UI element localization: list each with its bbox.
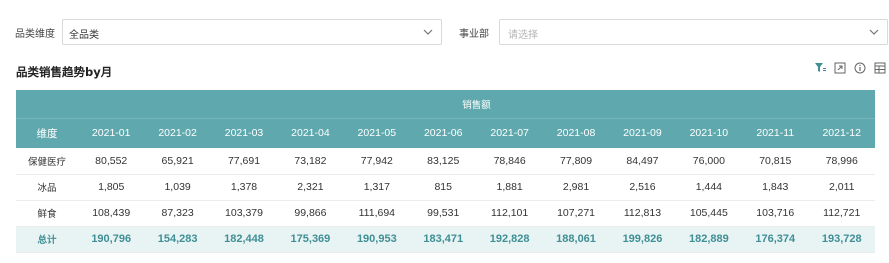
month-column-header[interactable]: 2021-08 [542,117,610,148]
month-column-header[interactable]: 2021-09 [609,117,676,148]
value-cell: 112,101 [476,200,543,227]
month-column-header[interactable]: 2021-11 [742,117,809,148]
dimension-column-header[interactable]: 维度 [16,117,78,148]
table-view-icon[interactable] [873,61,887,75]
table-row: 鲜食 108,439 87,323 103,379 99,866 111,694 99,53… [16,200,875,227]
value-cell: 176,374 [742,226,809,253]
value-cell: 1,039 [144,174,211,201]
value-cell: 2,011 [808,174,875,201]
total-row: 总计 190,796 154,283 182,448 175,369 190,953 183… [16,226,875,253]
value-cell: 84,497 [609,148,676,175]
value-cell: 1,444 [675,174,743,201]
month-column-header[interactable]: 2021-03 [210,117,278,148]
department-select[interactable]: 请选择 [499,19,888,45]
value-cell: 65,921 [144,148,211,175]
chevron-down-icon [423,25,433,39]
month-column-header[interactable]: 2021-10 [675,117,743,148]
value-cell: 183,471 [410,226,477,253]
value-cell: 83,125 [410,148,477,175]
month-column-header[interactable]: 2021-05 [343,117,411,148]
chart-toolbar [813,61,887,75]
value-cell: 87,323 [144,200,211,227]
filter-bar: 品类维度 全品类 事业部 请选择 [0,19,889,45]
value-cell: 70,815 [742,148,809,175]
value-cell: 112,721 [808,200,875,227]
value-cell: 80,552 [78,148,145,175]
value-cell: 103,716 [742,200,809,227]
value-cell: 182,889 [675,226,743,253]
value-cell: 1,317 [343,174,411,201]
value-cell: 1,805 [78,174,145,201]
department-placeholder: 请选择 [508,30,538,41]
value-cell: 2,981 [542,174,610,201]
row-label: 鲜食 [16,200,78,227]
value-cell: 77,691 [210,148,278,175]
table-row: 保健医疗 80,552 65,921 77,691 73,182 77,942 83,125… [16,148,875,175]
value-cell: 190,796 [78,226,145,253]
value-cell: 192,828 [476,226,543,253]
value-cell: 199,826 [609,226,676,253]
sales-table: 销售额 维度 2021-01 2021-02 2021-03 2021-04 2021-… [16,90,875,253]
value-cell: 193,728 [808,226,875,253]
value-cell: 188,061 [542,226,610,253]
value-cell: 77,942 [343,148,411,175]
value-cell: 78,996 [808,148,875,175]
month-column-header[interactable]: 2021-02 [144,117,211,148]
value-cell: 108,439 [78,200,145,227]
value-cell: 1,843 [742,174,809,201]
value-cell: 99,866 [277,200,344,227]
info-icon[interactable] [853,61,867,75]
expand-icon[interactable] [833,61,847,75]
department-label: 事业部 [459,29,489,40]
sales-amount-group-header: 销售额 [78,90,875,118]
row-label: 总计 [16,226,78,253]
value-cell: 190,953 [343,226,411,253]
value-cell: 2,516 [609,174,676,201]
value-cell: 99,531 [410,200,477,227]
value-cell: 154,283 [144,226,211,253]
value-cell: 111,694 [343,200,411,227]
category-dimension-value: 全品类 [69,30,99,41]
filter-icon[interactable] [813,61,827,75]
row-label: 冰品 [16,174,78,201]
value-cell: 182,448 [210,226,278,253]
table-row: 冰品 1,805 1,039 1,378 2,321 1,317 815 1,881 2,981… [16,174,875,201]
value-cell: 105,445 [675,200,743,227]
header-blank-cell [16,90,78,118]
value-cell: 73,182 [277,148,344,175]
row-label: 保健医疗 [16,148,78,175]
value-cell: 76,000 [675,148,743,175]
value-cell: 78,846 [476,148,543,175]
value-cell: 77,809 [542,148,610,175]
category-dimension-select[interactable]: 全品类 [62,19,442,45]
month-column-header[interactable]: 2021-06 [410,117,477,148]
month-column-header[interactable]: 2021-04 [277,117,344,148]
value-cell: 1,881 [476,174,543,201]
month-column-header[interactable]: 2021-01 [78,117,145,148]
month-column-header[interactable]: 2021-12 [808,117,875,148]
value-cell: 1,378 [210,174,278,201]
chart-title: 品类销售趋势by月 [16,65,113,79]
value-cell: 103,379 [210,200,278,227]
category-dimension-label: 品类维度 [15,29,55,40]
month-column-header[interactable]: 2021-07 [476,117,543,148]
chevron-down-icon [869,25,879,39]
value-cell: 107,271 [542,200,610,227]
value-cell: 112,813 [609,200,676,227]
value-cell: 815 [410,174,477,201]
value-cell: 2,321 [277,174,344,201]
value-cell: 175,369 [277,226,344,253]
